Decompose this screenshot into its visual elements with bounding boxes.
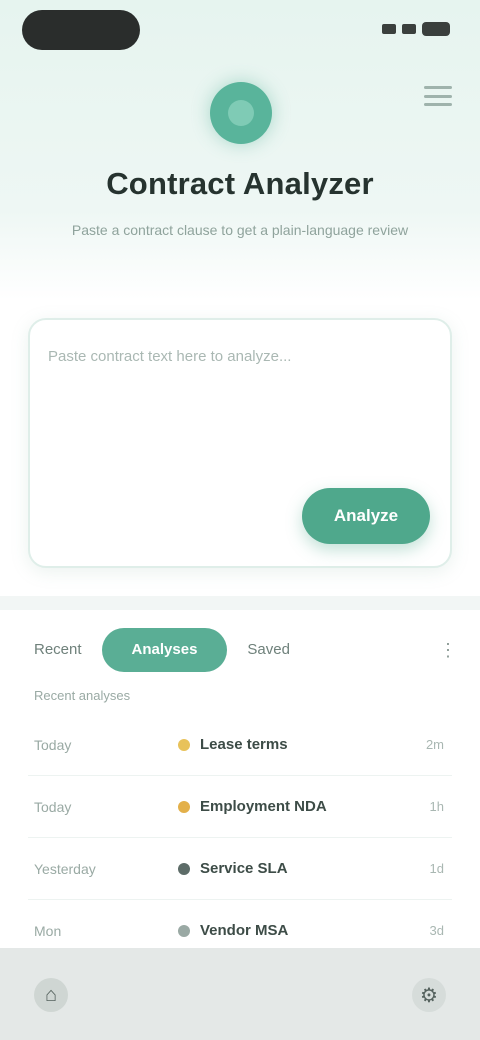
app-logo bbox=[210, 82, 272, 144]
status-bar-pill bbox=[22, 10, 140, 50]
item-name: Service SLA bbox=[200, 860, 288, 877]
menu-icon[interactable] bbox=[424, 86, 452, 106]
status-dot bbox=[178, 924, 190, 937]
item-date: Yesterday bbox=[34, 860, 96, 877]
status-dot bbox=[178, 862, 190, 875]
section-divider bbox=[0, 596, 480, 610]
page-title: Contract Analyzer bbox=[106, 166, 374, 201]
bottom-nav-bar: ⌂ ⚙ bbox=[0, 948, 480, 1040]
item-name: Employment NDA bbox=[200, 798, 327, 815]
status-indicators bbox=[382, 22, 450, 36]
item-time: 2m bbox=[425, 737, 444, 752]
tab-analyses[interactable]: Analyses bbox=[101, 628, 228, 672]
composer-card: Analyze bbox=[28, 318, 452, 568]
item-time: 3d bbox=[429, 923, 444, 938]
item-date: Mon bbox=[34, 922, 62, 939]
signal-icon bbox=[382, 24, 396, 34]
analysis-list: Today Lease terms 2m Today Employment ND… bbox=[28, 714, 452, 962]
status-dot bbox=[178, 738, 190, 751]
more-icon[interactable]: ⋮ bbox=[434, 636, 462, 664]
page-subtitle: Paste a contract clause to get a plain-l… bbox=[71, 222, 409, 238]
item-time: 1d bbox=[429, 861, 444, 876]
list-item[interactable]: Yesterday Service SLA 1d bbox=[28, 838, 452, 900]
section-label: Recent analyses bbox=[34, 688, 131, 703]
item-time: 1h bbox=[429, 799, 444, 814]
list-item[interactable]: Today Lease terms 2m bbox=[28, 714, 452, 776]
settings-icon[interactable]: ⚙ bbox=[412, 978, 446, 1012]
analyze-button[interactable]: Analyze bbox=[302, 488, 430, 544]
item-name: Vendor MSA bbox=[200, 922, 289, 939]
tab-recent[interactable]: Recent bbox=[22, 628, 94, 672]
home-icon[interactable]: ⌂ bbox=[34, 978, 68, 1012]
contract-text-input[interactable] bbox=[48, 348, 428, 498]
battery-icon bbox=[422, 22, 450, 36]
list-item[interactable]: Today Employment NDA 1h bbox=[28, 776, 452, 838]
tab-saved[interactable]: Saved bbox=[235, 628, 302, 672]
item-date: Today bbox=[34, 736, 72, 753]
tab-bar: Recent Analyses Saved ⋮ bbox=[22, 628, 462, 672]
item-date: Today bbox=[34, 798, 72, 815]
item-name: Lease terms bbox=[200, 736, 288, 753]
wifi-icon bbox=[402, 24, 416, 34]
status-dot bbox=[178, 800, 190, 813]
